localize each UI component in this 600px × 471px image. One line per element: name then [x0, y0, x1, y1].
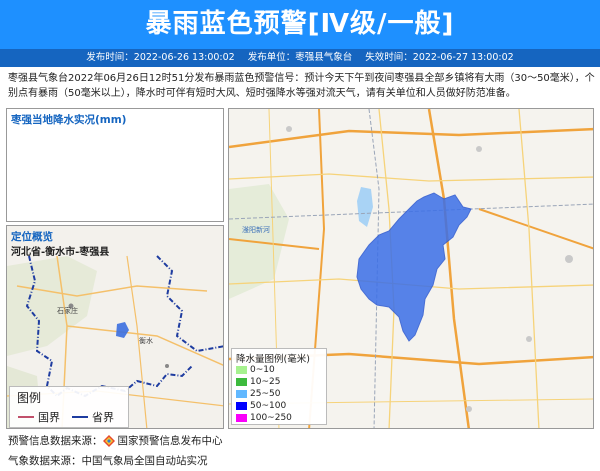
- legend-item-national-border: 国界: [18, 409, 60, 425]
- legend-item-province-border: 省界: [72, 409, 114, 425]
- observation-source: 气象数据来源：中国气象局全国自动站实况: [8, 455, 208, 467]
- warning-center-logo-icon: [102, 434, 115, 447]
- swatch-icon: [236, 365, 247, 374]
- rainfall-legend: 降水量图例(毫米) 0~10 10~25 25~50 50~100 100~25…: [231, 348, 327, 425]
- river-label: 滏阳新河: [242, 226, 270, 234]
- rainfall-legend-item: 0~10: [236, 364, 275, 375]
- swatch-icon: [236, 413, 247, 422]
- locate-title: 定位概览: [11, 231, 53, 243]
- warning-description: 枣强县气象台2022年06月26日12时51分发布暴雨蓝色预警信号：预计今天下午…: [8, 73, 595, 99]
- warning-source-link[interactable]: 国家预警信息发布中心: [118, 433, 223, 448]
- live-precip-title: 枣强当地降水实况(mm): [11, 114, 127, 126]
- issue-time: 发布时间：2022-06-26 13:00:02: [86, 52, 235, 63]
- expire-time: 失效时间：2022-06-27 13:00:02: [365, 52, 514, 63]
- swatch-icon: [236, 401, 247, 410]
- rainfall-legend-item: 100~250: [236, 412, 292, 423]
- swatch-icon: [236, 389, 247, 398]
- live-precip-panel: 枣强当地降水实况(mm): [6, 108, 224, 222]
- rainfall-legend-item: 50~100: [236, 400, 286, 411]
- rainfall-legend-item: 10~25: [236, 376, 280, 387]
- city-label: 石家庄: [57, 307, 78, 315]
- boundary-legend: 图例 国界 省界: [9, 386, 129, 428]
- city-label: 衡水: [139, 337, 153, 345]
- province-border-line-icon: [72, 416, 88, 418]
- rainfall-legend-title: 降水量图例(毫米): [236, 354, 310, 365]
- national-border-line-icon: [18, 416, 34, 418]
- warning-info-bar: 发布时间：2022-06-26 13:00:02 发布单位：枣强县气象台 失效时…: [0, 49, 600, 67]
- warning-source: 预警信息数据来源： 国家预警信息发布中心: [8, 433, 223, 448]
- warning-title: 暴雨蓝色预警[Ⅳ级/一般]: [0, 0, 600, 49]
- swatch-icon: [236, 377, 247, 386]
- issuer: 发布单位：枣强县气象台: [247, 52, 353, 63]
- legend-title: 图例: [17, 391, 42, 405]
- rainfall-legend-item: 25~50: [236, 388, 280, 399]
- locate-location: 河北省-衡水市-枣强县: [11, 247, 110, 258]
